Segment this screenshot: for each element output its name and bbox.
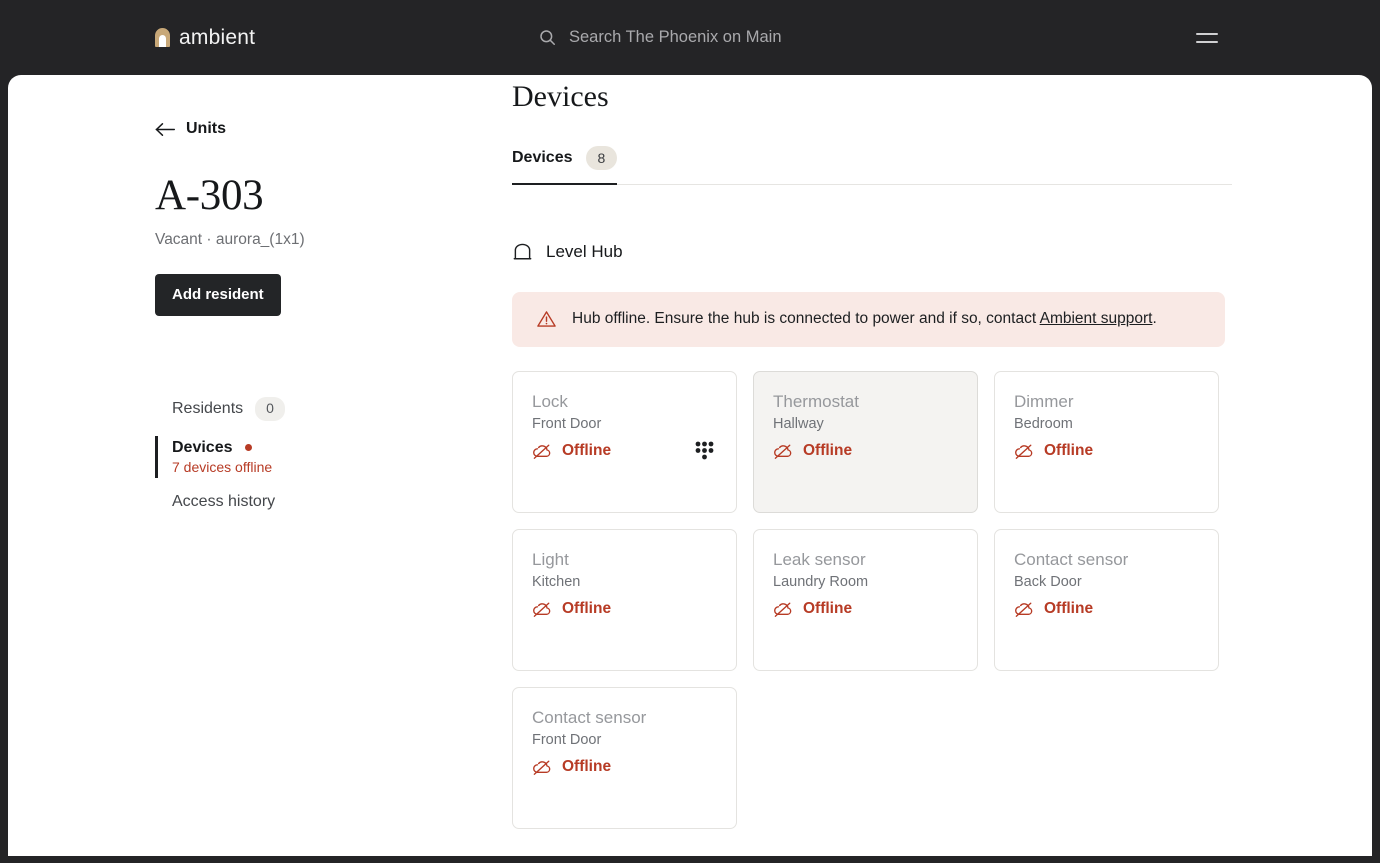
cloud-off-icon (532, 601, 552, 618)
hub-name: Level Hub (546, 242, 623, 262)
devices-content: Devices Devices 8 Level Hub Hub offline.… (512, 75, 1252, 856)
sidebar-item-devices[interactable]: Devices 7 devices offline (155, 430, 505, 484)
sidebar-item-label: Residents (172, 399, 244, 417)
device-card[interactable]: Light Kitchen Offline (512, 529, 737, 672)
alert-text-after: . (1152, 310, 1157, 328)
device-status: Offline (532, 758, 611, 776)
hub-device-icon (512, 243, 533, 262)
device-status: Offline (532, 442, 611, 460)
main-panel: Units A-303 Vacant · aurora_(1x1) Add re… (8, 75, 1372, 856)
search-input[interactable]: Search The Phoenix on Main (530, 28, 850, 47)
arch-logo-icon (155, 28, 170, 47)
ambient-support-link[interactable]: Ambient support (1040, 310, 1153, 327)
device-room: Bedroom (1014, 415, 1073, 432)
cloud-off-icon (1014, 601, 1034, 618)
residents-count-badge: 0 (255, 397, 285, 421)
device-card[interactable]: Leak sensor Laundry Room Offline (753, 529, 978, 672)
device-type: Contact sensor (532, 708, 647, 728)
tab-devices[interactable]: Devices 8 (512, 146, 618, 186)
sidebar-item-residents[interactable]: Residents 0 (155, 388, 505, 430)
device-status-label: Offline (1044, 442, 1094, 460)
cloud-off-icon (532, 443, 552, 460)
device-room: Hallway (773, 415, 824, 432)
sidebar-item-label: Access history (172, 492, 276, 510)
device-type: Contact sensor (1014, 550, 1129, 570)
device-status: Offline (1014, 600, 1093, 618)
back-to-units-link[interactable]: Units (155, 120, 226, 138)
hamburger-menu-icon[interactable] (1196, 25, 1222, 51)
back-link-label: Units (186, 120, 226, 137)
tab-count-badge: 8 (585, 146, 618, 171)
search-icon (538, 28, 557, 47)
device-type: Lock (532, 392, 568, 412)
device-status: Offline (1014, 442, 1093, 460)
device-room: Laundry Room (773, 573, 869, 590)
device-status: Offline (773, 600, 852, 618)
content-title: Devices (512, 80, 609, 113)
keypad-icon[interactable] (695, 441, 714, 460)
cloud-off-icon (1014, 443, 1034, 460)
device-type: Leak sensor (773, 550, 866, 570)
device-status-label: Offline (562, 442, 612, 460)
device-room: Front Door (532, 731, 602, 748)
device-card[interactable]: Contact sensor Back Door Offline (994, 529, 1219, 672)
device-status-label: Offline (1044, 600, 1094, 618)
search-placeholder-text: Search The Phoenix on Main (569, 28, 782, 46)
device-status: Offline (773, 442, 852, 460)
alert-text-before: Hub offline. Ensure the hub is connected… (572, 310, 1040, 328)
device-room: Back Door (1014, 573, 1082, 590)
device-status-label: Offline (803, 600, 853, 618)
sidebar-item-access-history[interactable]: Access history (155, 484, 505, 520)
unit-sidebar: Units A-303 Vacant · aurora_(1x1) Add re… (155, 75, 505, 520)
brand-logo[interactable]: ambient (155, 26, 255, 50)
device-type: Thermostat (773, 392, 859, 412)
device-room: Kitchen (532, 573, 581, 590)
device-type: Light (532, 550, 569, 570)
cloud-off-icon (773, 601, 793, 618)
alert-message: Hub offline. Ensure the hub is connected… (572, 309, 1157, 329)
arrow-left-icon (155, 122, 176, 137)
device-room: Front Door (532, 415, 602, 432)
device-status-label: Offline (562, 600, 612, 618)
device-status-label: Offline (803, 442, 853, 460)
device-type: Dimmer (1014, 392, 1074, 412)
sidebar-item-label: Devices (172, 438, 233, 456)
page-title: A-303 (155, 172, 264, 219)
tab-label: Devices (512, 149, 573, 167)
tab-bar: Devices 8 (512, 146, 1232, 186)
hub-offline-alert: Hub offline. Ensure the hub is connected… (512, 292, 1225, 348)
offline-status-dot-icon (244, 444, 252, 451)
device-card-grid: Lock Front Door Offline Thermostat Hallw… (512, 371, 1225, 830)
brand-name: ambient (179, 25, 256, 49)
unit-subtitle: Vacant · aurora_(1x1) (155, 231, 305, 248)
cloud-off-icon (532, 759, 552, 776)
cloud-off-icon (773, 443, 793, 460)
hub-header: Level Hub (512, 242, 1252, 262)
device-card[interactable]: Lock Front Door Offline (512, 371, 737, 514)
warning-triangle-icon (536, 309, 557, 329)
devices-offline-text: 7 devices offline (172, 458, 273, 475)
top-bar: ambient Search The Phoenix on Main (0, 0, 1380, 75)
device-status-label: Offline (562, 758, 612, 776)
device-status: Offline (532, 600, 611, 618)
device-card[interactable]: Thermostat Hallway Offline (753, 371, 978, 514)
device-card[interactable]: Dimmer Bedroom Offline (994, 371, 1219, 514)
add-resident-button[interactable]: Add resident (155, 274, 281, 316)
device-card[interactable]: Contact sensor Front Door Offline (512, 687, 737, 830)
unit-nav: Residents 0 Devices 7 devices offline Ac… (155, 388, 505, 520)
